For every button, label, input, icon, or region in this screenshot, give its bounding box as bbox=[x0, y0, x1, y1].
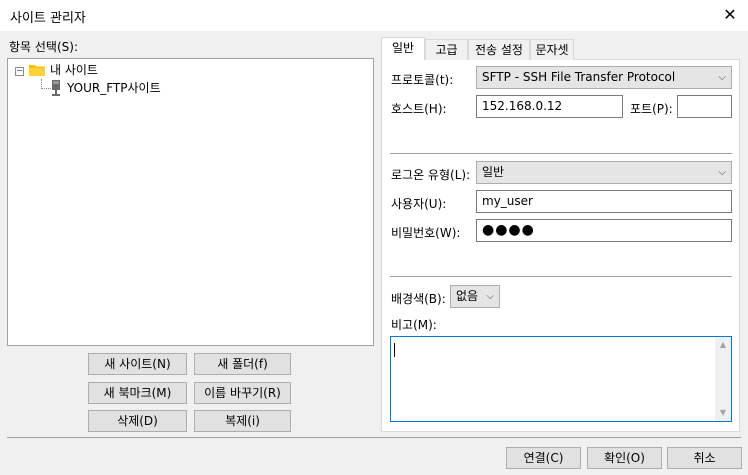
host-label: 호스트(H): bbox=[391, 102, 447, 116]
new-site-button[interactable]: 새 사이트(N) bbox=[88, 353, 187, 375]
user-input[interactable]: my_user bbox=[476, 190, 732, 213]
chevron-down-icon: ⌵ bbox=[718, 72, 726, 83]
folder-icon bbox=[29, 65, 45, 76]
protocol-label: 프로토콜(t): bbox=[391, 73, 454, 87]
comments-label: 비고(M): bbox=[391, 318, 437, 332]
protocol-value: SFTP - SSH File Transfer Protocol bbox=[482, 70, 676, 84]
tab-transfer-settings[interactable]: 전송 설정 bbox=[468, 39, 530, 60]
tab-general[interactable]: 일반 bbox=[381, 37, 425, 60]
bgcolor-select[interactable]: 없음 ⌵ bbox=[450, 285, 500, 308]
window-title: 사이트 관리자 bbox=[10, 11, 86, 26]
chevron-down-icon: ⌵ bbox=[718, 167, 726, 178]
comments-scrollbar[interactable]: ▲ ▼ bbox=[715, 337, 731, 421]
connect-button[interactable]: 연결(C) bbox=[506, 447, 581, 469]
rename-button[interactable]: 이름 바꾸기(R) bbox=[194, 382, 291, 404]
duplicate-button[interactable]: 복제(i) bbox=[194, 410, 291, 432]
scroll-up-icon[interactable]: ▲ bbox=[715, 337, 731, 353]
password-input[interactable]: ●●●● bbox=[476, 219, 732, 242]
logon-type-value: 일반 bbox=[482, 165, 505, 179]
host-input[interactable]: 152.168.0.12 bbox=[476, 95, 623, 118]
protocol-select[interactable]: SFTP - SSH File Transfer Protocol ⌵ bbox=[476, 66, 732, 89]
chevron-down-icon: ⌵ bbox=[486, 291, 494, 302]
server-icon bbox=[52, 80, 60, 96]
logon-type-select[interactable]: 일반 ⌵ bbox=[476, 161, 732, 184]
logon-type-label: 로그온 유형(L): bbox=[391, 168, 471, 182]
tree-line bbox=[41, 88, 51, 89]
tab-advanced[interactable]: 고급 bbox=[425, 39, 468, 60]
text-caret bbox=[394, 343, 395, 357]
site-tree[interactable]: − 내 사이트 YOUR_FTP사이트 bbox=[7, 58, 374, 346]
ok-button[interactable]: 확인(O) bbox=[587, 447, 662, 469]
port-input[interactable] bbox=[677, 95, 732, 118]
collapse-icon[interactable]: − bbox=[15, 67, 24, 76]
comments-textarea[interactable]: ▲ ▼ bbox=[390, 336, 732, 422]
bgcolor-label: 배경색(B): bbox=[391, 292, 446, 306]
entry-select-label: 항목 선택(S): bbox=[9, 40, 78, 54]
tree-item-my-sites[interactable]: 내 사이트 bbox=[50, 61, 98, 79]
close-icon[interactable]: ✕ bbox=[717, 4, 743, 26]
footer-divider bbox=[7, 437, 741, 438]
divider bbox=[390, 153, 732, 154]
tree-item-ftp-site[interactable]: YOUR_FTP사이트 bbox=[67, 79, 161, 97]
title-bar bbox=[0, 0, 748, 31]
new-bookmark-button[interactable]: 새 북마크(M) bbox=[88, 382, 187, 404]
cancel-button[interactable]: 취소 bbox=[667, 447, 742, 469]
password-label: 비밀번호(W): bbox=[391, 226, 461, 240]
new-folder-button[interactable]: 새 폴더(f) bbox=[194, 353, 291, 375]
tab-charset[interactable]: 문자셋 bbox=[530, 39, 574, 60]
scroll-down-icon[interactable]: ▼ bbox=[715, 405, 731, 421]
user-label: 사용자(U): bbox=[391, 197, 447, 211]
port-label: 포트(P): bbox=[630, 102, 673, 116]
divider bbox=[390, 276, 732, 277]
bgcolor-value: 없음 bbox=[456, 289, 479, 303]
delete-button[interactable]: 삭제(D) bbox=[88, 410, 187, 432]
